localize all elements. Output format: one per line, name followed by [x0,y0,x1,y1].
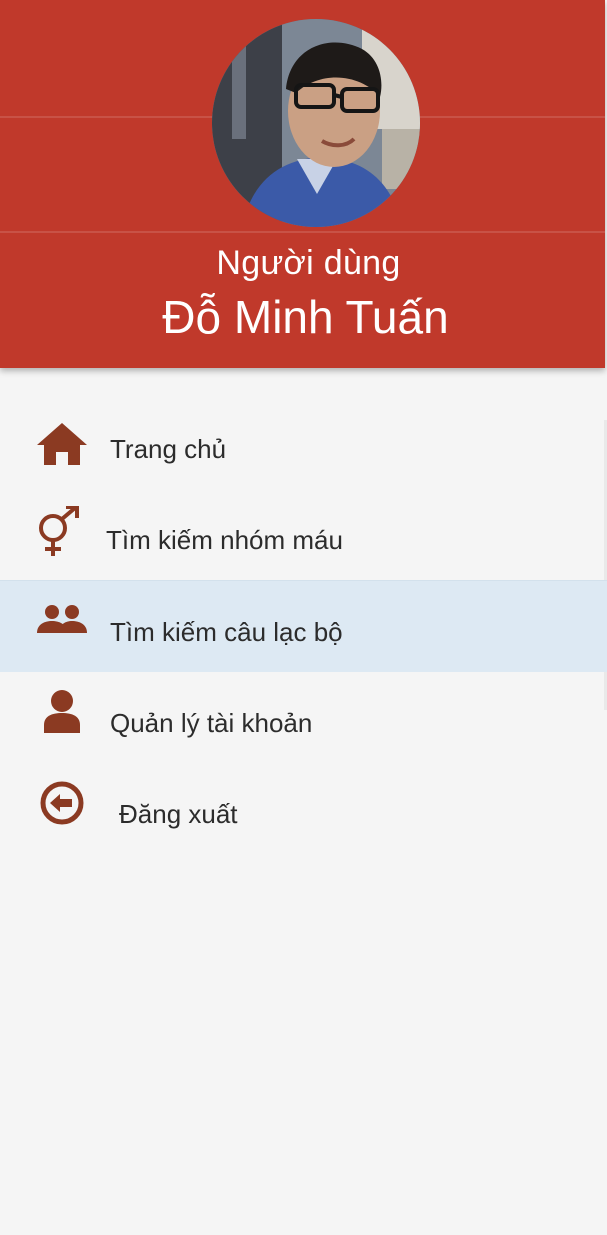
user-role: Người dùng [216,244,401,282]
menu-item-label: Đăng xuất [119,799,238,829]
menu-item-logout[interactable]: Đăng xuất [0,763,607,854]
menu-item-label: Tìm kiếm nhóm máu [106,525,343,555]
menu-item-blood-search[interactable]: Tìm kiếm nhóm máu [0,489,607,580]
menu-item-label: Trang chủ [110,434,227,464]
menu-item-account[interactable]: Quản lý tài khoản [0,672,607,763]
menu-item-label: Tìm kiếm câu lạc bộ [110,617,343,647]
menu-item-label: Quản lý tài khoản [110,708,313,738]
menu-item-club-search[interactable]: Tìm kiếm câu lạc bộ [0,580,607,672]
menu-item-home[interactable]: Trang chủ [0,398,607,489]
profile-header: Người dùng Đỗ Minh Tuấn [0,0,605,368]
nav-menu: Trang chủ Tìm kiếm nhóm máu Tìm kiếm câu… [0,398,607,854]
user-icon [34,686,90,738]
logout-icon [34,777,90,829]
header-divider [0,231,605,233]
avatar[interactable] [212,19,420,227]
people-icon [34,597,90,649]
home-icon [34,418,90,470]
user-name: Đỗ Minh Tuấn [162,291,449,343]
gender-icon [30,506,86,559]
